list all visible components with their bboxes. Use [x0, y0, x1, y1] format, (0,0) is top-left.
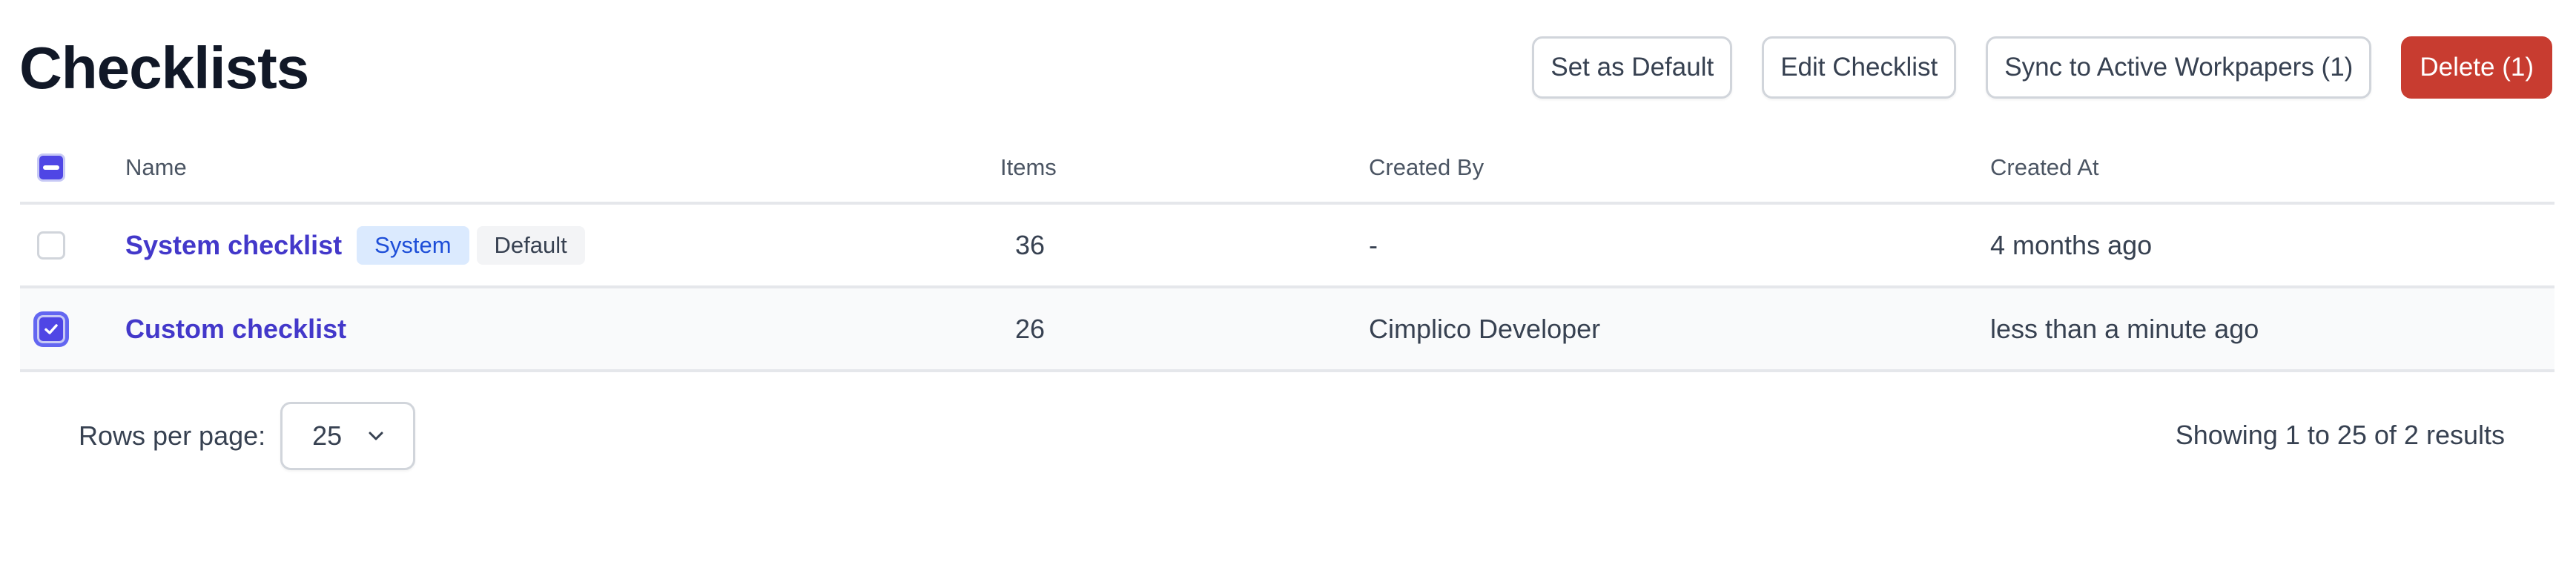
- items-count: 26: [1015, 313, 1046, 344]
- system-badge: System: [357, 225, 469, 265]
- checklists-table: Name Items Created By Created At System …: [20, 133, 2554, 372]
- created-by: Cimplico Developer: [1369, 313, 1601, 344]
- minus-icon: [43, 165, 59, 170]
- sync-workpapers-button[interactable]: Sync to Active Workpapers (1): [1986, 36, 2372, 99]
- delete-button[interactable]: Delete (1): [2401, 36, 2552, 99]
- column-header-items[interactable]: Items: [1000, 154, 1057, 181]
- pagination-summary: Showing 1 to 25 of 2 results: [2175, 420, 2505, 450]
- created-at: 4 months ago: [1990, 229, 2153, 260]
- table-header-row: Name Items Created By Created At: [20, 133, 2554, 205]
- select-all-checkbox[interactable]: [37, 153, 65, 182]
- rows-per-page-value: 25: [312, 420, 343, 451]
- rows-per-page-label: Rows per page:: [79, 420, 266, 451]
- created-at: less than a minute ago: [1990, 313, 2259, 344]
- toolbar: Set as Default Edit Checklist Sync to Ac…: [1532, 36, 2552, 99]
- table-row[interactable]: System checklist System Default 36 - 4 m…: [20, 205, 2554, 288]
- row-checkbox[interactable]: [37, 231, 65, 260]
- checklist-name-link[interactable]: System checklist: [125, 230, 342, 261]
- rows-per-page: Rows per page: 25: [79, 402, 416, 470]
- created-by: -: [1369, 229, 1378, 260]
- checklist-name-link[interactable]: Custom checklist: [125, 314, 346, 345]
- row-checkbox[interactable]: [37, 314, 65, 343]
- column-header-name[interactable]: Name: [125, 154, 187, 181]
- page-title: Checklists: [19, 35, 309, 101]
- checkmark-icon: [44, 323, 58, 334]
- table-row[interactable]: Custom checklist 26 Cimplico Developer l…: [20, 288, 2554, 372]
- column-header-created-by[interactable]: Created By: [1369, 154, 1484, 181]
- column-header-created-at[interactable]: Created At: [1990, 154, 2098, 181]
- chevron-down-icon: [369, 432, 383, 440]
- edit-checklist-button[interactable]: Edit Checklist: [1762, 36, 1957, 99]
- default-badge: Default: [476, 225, 585, 265]
- set-as-default-button[interactable]: Set as Default: [1532, 36, 1733, 99]
- items-count: 36: [1015, 229, 1046, 260]
- rows-per-page-select[interactable]: 25: [280, 402, 416, 470]
